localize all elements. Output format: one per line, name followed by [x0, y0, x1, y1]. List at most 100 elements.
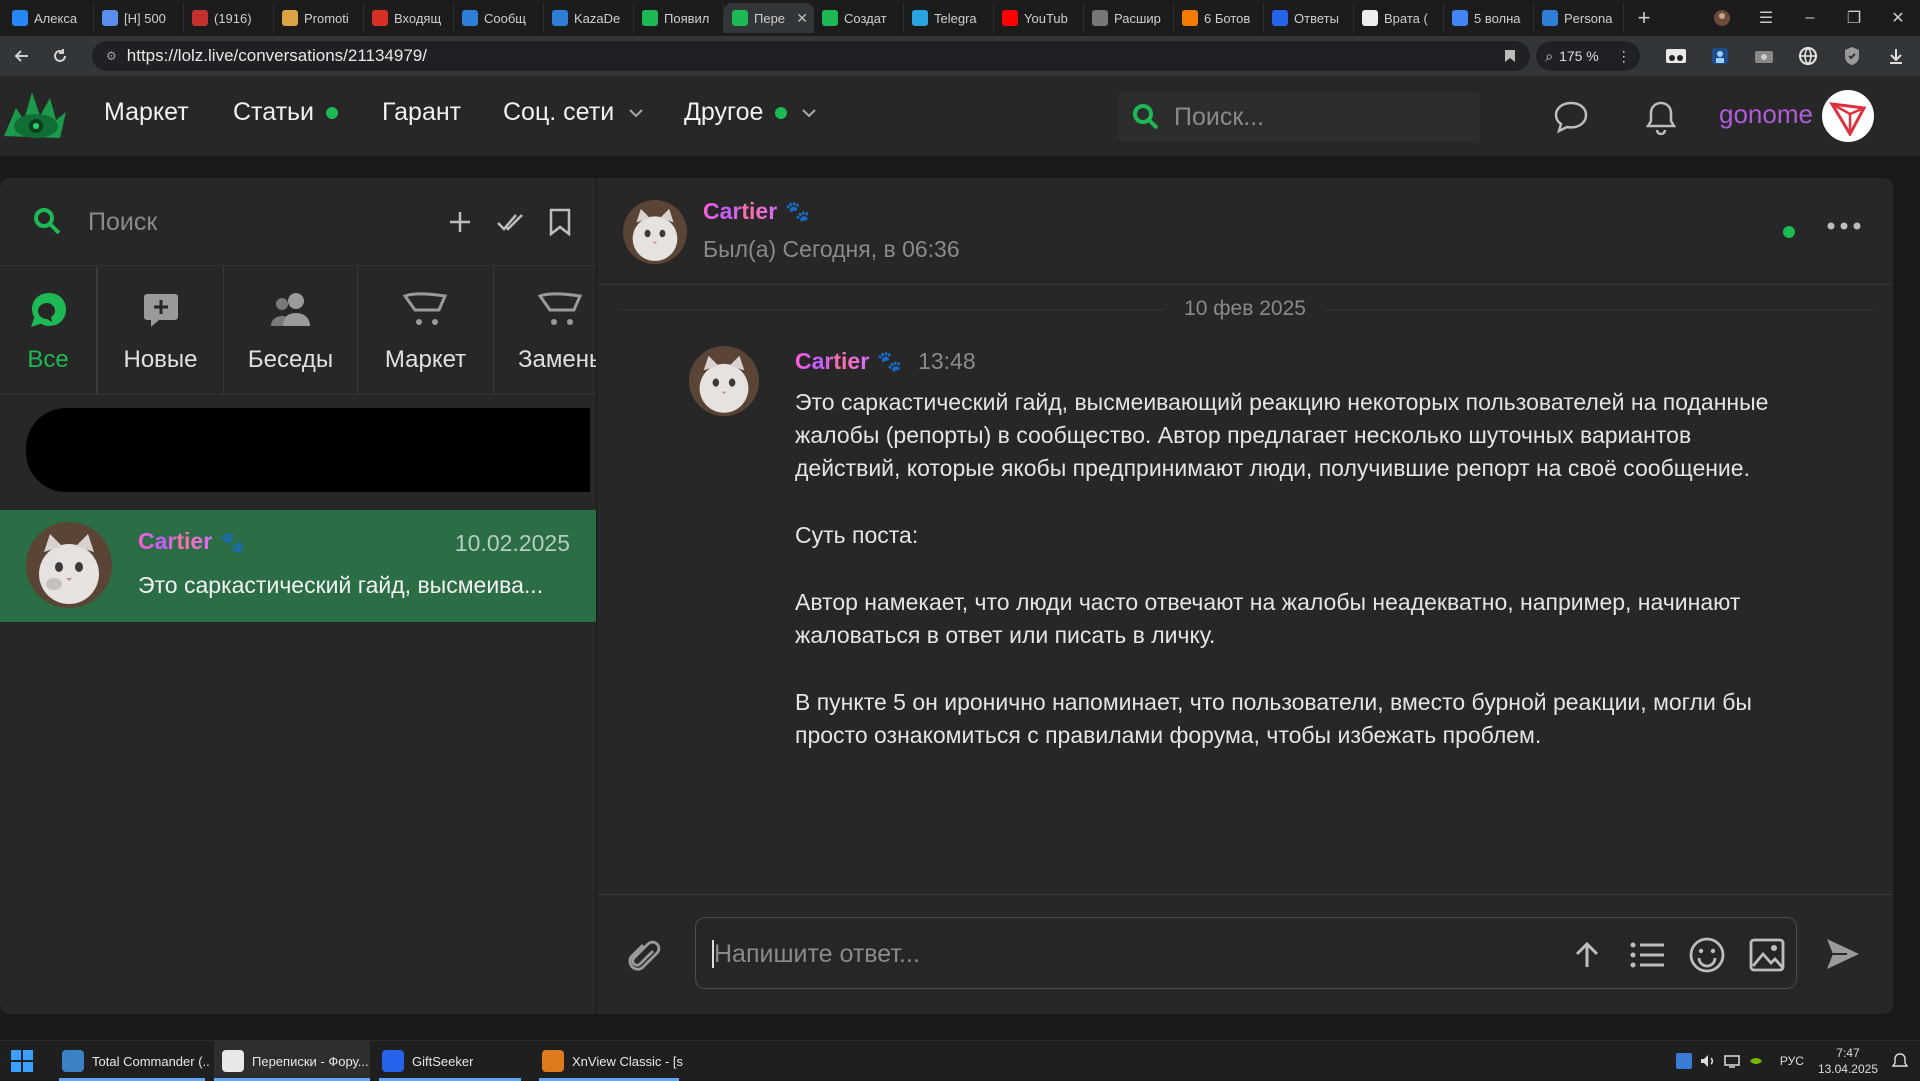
bookmark-icon[interactable]: [544, 206, 576, 238]
taskbar-app-label: GiftSeeker: [412, 1053, 474, 1069]
tray-app-icon[interactable]: [1675, 1053, 1692, 1069]
filter-tab-new[interactable]: Новые: [98, 267, 224, 395]
download-icon[interactable]: [1880, 40, 1912, 72]
taskbar-app[interactable]: Total Commander (...: [54, 1041, 210, 1081]
site-info-icon[interactable]: ⚙: [106, 49, 117, 63]
conversation-item-selected[interactable]: Cartier 🐾 10.02.2025 Это саркастический г…: [0, 510, 596, 622]
volume-icon[interactable]: [1700, 1053, 1716, 1069]
more-options-icon[interactable]: [1827, 222, 1861, 230]
extension-person-icon[interactable]: [1704, 40, 1736, 72]
browser-tab-title: 5 волна: [1474, 10, 1521, 26]
conversation-date: 10.02.2025: [454, 530, 570, 556]
browser-tab[interactable]: Ответы: [1264, 3, 1354, 33]
new-conversation-plus-icon[interactable]: [444, 206, 476, 238]
browser-tab[interactable]: KazaDe: [544, 3, 634, 33]
google-icon: [1452, 10, 1468, 26]
browser-tab[interactable]: [H] 500: [94, 3, 184, 33]
close-window-icon[interactable]: ✕: [1876, 0, 1920, 36]
emoji-icon[interactable]: [1688, 936, 1726, 974]
nav-market[interactable]: Маркет: [104, 98, 189, 127]
image-upload-icon[interactable]: [1748, 936, 1786, 974]
browser-tab[interactable]: Создат: [814, 3, 904, 33]
filter-tab-group-chats[interactable]: Беседы: [224, 267, 358, 395]
back-button[interactable]: [6, 40, 38, 72]
profile-icon[interactable]: [1700, 0, 1744, 36]
browser-tab-title: KazaDe: [574, 10, 621, 26]
arrow-up-icon[interactable]: [1568, 936, 1606, 974]
list-format-icon[interactable]: [1628, 936, 1666, 974]
address-bar[interactable]: ⚙ https://lolz.live/conversations/211349…: [92, 41, 1530, 71]
last-seen-status: Был(а) Сегодня, в 06:36: [703, 236, 960, 262]
browser-tab-title: Promoti: [304, 10, 349, 26]
site-logo-icon[interactable]: [2, 86, 68, 144]
extension-camera-icon[interactable]: [1748, 40, 1780, 72]
send-icon[interactable]: [1825, 937, 1861, 971]
taskbar-app[interactable]: XnView Classic - [s...: [534, 1041, 684, 1081]
message-author-avatar[interactable]: [689, 346, 759, 416]
windows-start-icon[interactable]: [10, 1049, 34, 1073]
filter-tab-all[interactable]: Все: [0, 267, 98, 395]
browser-tab[interactable]: YouTub: [994, 3, 1084, 33]
clock[interactable]: 7:47 13.04.2025: [1818, 1045, 1878, 1077]
conversation-search-input[interactable]: Поиск: [88, 208, 157, 237]
notifications-bell-icon[interactable]: [1638, 94, 1684, 140]
redacted-conversation[interactable]: [26, 408, 590, 492]
extension-glasses-icon[interactable]: [1660, 40, 1692, 72]
browser-tab[interactable]: Promoti: [274, 3, 364, 33]
taskbar-app[interactable]: GiftSeeker: [374, 1041, 526, 1081]
nav-articles[interactable]: Статьи: [233, 98, 339, 127]
nav-guarantor-label: Гарант: [382, 98, 462, 126]
browser-tab[interactable]: Врата (: [1354, 3, 1444, 33]
extension-shield-icon[interactable]: [1836, 40, 1868, 72]
browser-tab-title: (1916): [214, 10, 252, 26]
conversations-icon[interactable]: [1548, 94, 1594, 140]
lolz-green-icon: [822, 10, 838, 26]
new-tab-plus-icon[interactable]: +: [1630, 4, 1658, 32]
bookmark-icon[interactable]: [1504, 49, 1516, 63]
browser-tab[interactable]: 5 волна: [1444, 3, 1534, 33]
browser-tab[interactable]: Появил: [634, 3, 724, 33]
zoom-menu-icon[interactable]: ⋮: [1617, 48, 1631, 65]
network-icon[interactable]: [1724, 1053, 1740, 1069]
browser-tab[interactable]: 6 Ботов: [1174, 3, 1264, 33]
browser-tab[interactable]: Пере ✕: [724, 3, 814, 33]
nav-other[interactable]: Другое: [684, 98, 817, 127]
browser-tab[interactable]: Persona: [1534, 3, 1624, 33]
zoom-indicator[interactable]: ⌕ 175 % ⋮: [1536, 41, 1640, 71]
taskbar-app[interactable]: Переписки - Фору...: [214, 1041, 370, 1081]
site-search-input[interactable]: Поиск...: [1118, 92, 1480, 142]
message-author-name[interactable]: Cartier: [795, 348, 869, 375]
browser-tab[interactable]: Telegra: [904, 3, 994, 33]
filter-tab-market[interactable]: Маркет: [358, 267, 494, 395]
attach-paperclip-icon[interactable]: [625, 937, 665, 977]
mark-all-read-icon[interactable]: [494, 206, 526, 238]
reload-button[interactable]: [44, 40, 76, 72]
paw-icon: 🐾: [220, 532, 246, 554]
browser-tab[interactable]: (1916): [184, 3, 274, 33]
user-avatar[interactable]: [1822, 90, 1874, 142]
nav-social[interactable]: Соц. сети: [503, 98, 644, 127]
menu-icon[interactable]: ☰: [1744, 0, 1788, 36]
browser-tab[interactable]: Входящ: [364, 3, 454, 33]
browser-tab[interactable]: Расшир: [1084, 3, 1174, 33]
header-actions: [1548, 94, 1728, 140]
extension-globe-icon[interactable]: [1792, 40, 1824, 72]
close-tab-icon[interactable]: ✕: [796, 10, 808, 27]
conversation-preview: Это саркастический гайд, высмеива...: [138, 572, 544, 598]
filter-tab-replacements[interactable]: Замены: [494, 267, 596, 395]
input-language[interactable]: РУС: [1780, 1054, 1804, 1068]
restore-icon[interactable]: ❐: [1832, 0, 1876, 36]
conversation-actions: [426, 206, 576, 238]
date-separator-label: 10 фев 2025: [1184, 297, 1306, 320]
browser-tab[interactable]: Алекса: [4, 3, 94, 33]
minimize-icon[interactable]: –: [1788, 0, 1832, 36]
browser-tab[interactable]: Сообщ: [454, 3, 544, 33]
recipient-name[interactable]: Cartier 🐾: [703, 198, 810, 225]
reply-input[interactable]: Напишите ответ...: [695, 917, 1797, 989]
nav-guarantor[interactable]: Гарант: [382, 98, 461, 127]
username-link[interactable]: gonome: [1719, 99, 1813, 130]
recipient-avatar[interactable]: [623, 200, 687, 264]
nvidia-icon[interactable]: [1748, 1053, 1764, 1069]
notifications-icon[interactable]: [1892, 1053, 1908, 1069]
clock-date: 13.04.2025: [1817, 1062, 1878, 1076]
